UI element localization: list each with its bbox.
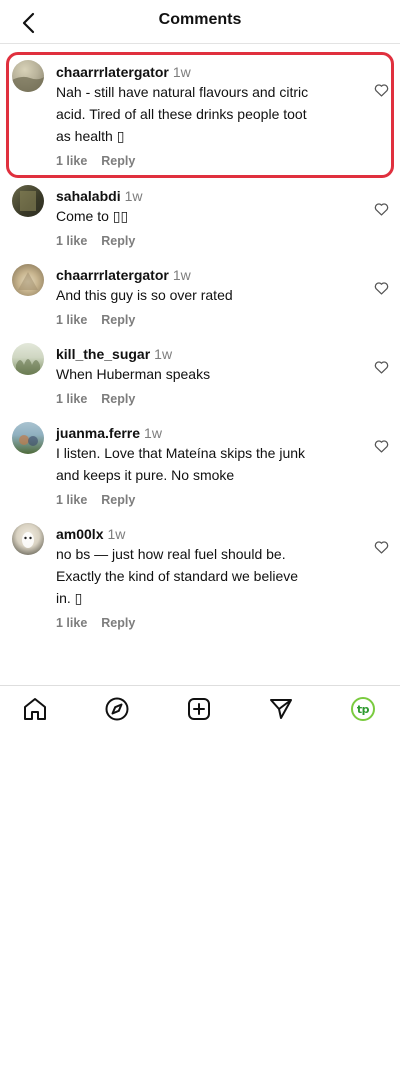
comment-actions: 1 like Reply xyxy=(56,615,356,631)
like-count[interactable]: 1 like xyxy=(56,616,87,630)
comment-actions: 1 like Reply xyxy=(56,312,356,328)
like-count[interactable]: 1 like xyxy=(56,234,87,248)
nav-profile[interactable]: tp xyxy=(350,696,376,722)
like-button[interactable] xyxy=(372,279,390,297)
comment-username[interactable]: chaarrrlatergator xyxy=(56,267,169,283)
avatar-image xyxy=(20,191,36,211)
nav-home[interactable] xyxy=(22,696,48,722)
comment-text-line: Nah - still have natural flavours and ci… xyxy=(56,84,309,100)
nav-explore[interactable] xyxy=(104,696,130,722)
avatar[interactable] xyxy=(12,422,44,454)
heart-icon xyxy=(374,84,388,97)
comment-item: chaarrrlatergator 1w Nah - still have nat… xyxy=(0,52,400,185)
comment-actions: 1 like Reply xyxy=(56,492,356,508)
heart-icon xyxy=(374,541,388,554)
like-count[interactable]: 1 like xyxy=(56,493,87,507)
like-button[interactable] xyxy=(372,437,390,455)
avatar[interactable] xyxy=(12,264,44,296)
create-icon xyxy=(188,698,210,720)
comment-text: I listen. Love that Mateína skips the ju… xyxy=(56,442,356,486)
comment-body: sahalabdi 1w Come to ▯▯ 1 like Reply xyxy=(56,187,356,249)
comment-time: 1w xyxy=(107,526,126,542)
comment-time: 1w xyxy=(124,188,143,204)
comment-item: kill_the_sugar 1w When Huberman speaks 1 … xyxy=(0,343,400,422)
heart-icon xyxy=(374,203,388,216)
comment-text-line: I listen. Love that Mateína skips the ju… xyxy=(56,445,306,461)
comment-text: When Huberman speaks xyxy=(56,363,356,385)
avatar-image xyxy=(12,76,44,92)
like-count[interactable]: 1 like xyxy=(56,392,87,406)
comment-time: 1w xyxy=(154,346,173,362)
comment-username[interactable]: chaarrrlatergator xyxy=(56,64,169,80)
direct-messages-icon xyxy=(270,699,292,719)
reply-button[interactable]: Reply xyxy=(101,313,135,327)
like-button[interactable] xyxy=(372,200,390,218)
comment-item: am00lx 1w no bs — just how real fuel shou… xyxy=(0,523,400,645)
comment-actions: 1 like Reply xyxy=(56,391,356,407)
comment-text-line: and keeps it pure. No smoke xyxy=(56,467,235,483)
comment-time: 1w xyxy=(172,64,191,80)
profile-icon: tp xyxy=(351,697,375,721)
comment-username[interactable]: juanma.ferre xyxy=(56,425,140,441)
comment-list: chaarrrlatergator 1w Nah - still have nat… xyxy=(0,52,400,645)
nav-direct-messages[interactable] xyxy=(268,696,294,722)
avatar[interactable] xyxy=(12,60,44,92)
comment-body: chaarrrlatergator 1w And this guy is so o… xyxy=(56,266,356,328)
header-bar: Comments xyxy=(0,0,400,44)
avatar-image xyxy=(22,532,34,548)
comment-body: kill_the_sugar 1w When Huberman speaks 1 … xyxy=(56,345,356,407)
avatar-image xyxy=(18,272,38,290)
nav-create[interactable] xyxy=(186,696,212,722)
comment-username[interactable]: sahalabdi xyxy=(56,188,121,204)
reply-button[interactable]: Reply xyxy=(101,392,135,406)
explore-icon xyxy=(105,697,129,721)
comment-item: juanma.ferre 1w I listen. Love that Mateí… xyxy=(0,422,400,523)
avatar[interactable] xyxy=(12,185,44,217)
home-icon xyxy=(24,698,46,720)
reply-button[interactable]: Reply xyxy=(101,234,135,248)
page-title: Comments xyxy=(158,11,242,28)
comment-text-line: as health ▯ xyxy=(56,128,125,144)
comment-actions: 1 like Reply xyxy=(56,233,356,249)
reply-button[interactable]: Reply xyxy=(101,493,135,507)
comment-time: 1w xyxy=(172,267,191,283)
comment-text: no bs — just how real fuel should be. Ex… xyxy=(56,543,356,609)
avatar[interactable] xyxy=(12,343,44,375)
comment-body: am00lx 1w no bs — just how real fuel shou… xyxy=(56,525,356,631)
comment-body: juanma.ferre 1w I listen. Love that Mateí… xyxy=(56,424,356,508)
comment-text-line: Come to ▯▯ xyxy=(56,208,129,224)
avatar-image xyxy=(19,435,38,446)
comment-username[interactable]: am00lx xyxy=(56,526,103,542)
comment-item: chaarrrlatergator 1w And this guy is so o… xyxy=(0,264,400,343)
heart-icon xyxy=(374,361,388,374)
like-button[interactable] xyxy=(372,358,390,376)
comment-body: chaarrrlatergator 1w Nah - still have nat… xyxy=(56,63,356,169)
like-count[interactable]: 1 like xyxy=(56,154,87,168)
bottom-navigation: tp xyxy=(0,685,400,731)
avatar[interactable] xyxy=(12,523,44,555)
reply-button[interactable]: Reply xyxy=(101,616,135,630)
comment-time: 1w xyxy=(144,425,162,441)
comment-text-line: in. ▯ xyxy=(56,590,83,606)
comment-actions: 1 like Reply xyxy=(56,153,356,169)
comment-text: Come to ▯▯ xyxy=(56,205,356,227)
heart-icon xyxy=(374,440,388,453)
comment-text-line: Exactly the kind of standard we believe xyxy=(56,568,299,584)
comment-text-line: And this guy is so over rated xyxy=(56,287,233,303)
like-count[interactable]: 1 like xyxy=(56,313,87,327)
avatar-image xyxy=(16,359,40,375)
comment-text: Nah - still have natural flavours and ci… xyxy=(56,81,356,147)
comment-text-line: When Huberman speaks xyxy=(56,366,211,382)
like-button[interactable] xyxy=(372,538,390,556)
heart-icon xyxy=(374,282,388,295)
comment-text-line: acid. Tired of all these drinks people t… xyxy=(56,106,307,122)
comment-item: sahalabdi 1w Come to ▯▯ 1 like Reply xyxy=(0,185,400,264)
reply-button[interactable]: Reply xyxy=(101,154,135,168)
comment-text-line: no bs — just how real fuel should be. xyxy=(56,546,286,562)
like-button[interactable] xyxy=(372,81,390,99)
comment-text: And this guy is so over rated xyxy=(56,284,356,306)
comment-username[interactable]: kill_the_sugar xyxy=(56,346,150,362)
